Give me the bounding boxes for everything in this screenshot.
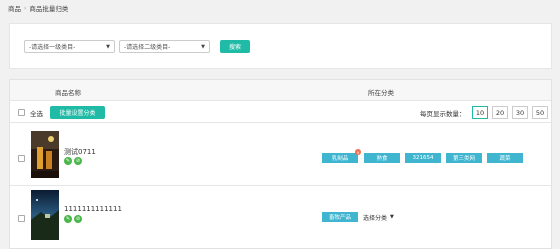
category-tag[interactable]: 321654 [405,153,441,163]
per-page-label: 每页显示数量： [420,110,466,118]
chevron-down-icon: ▼ [390,214,394,220]
page-size-30[interactable]: 30 [512,106,528,119]
select-all-label: 全选 [30,110,43,118]
page-size-20[interactable]: 20 [492,106,508,119]
category-select-value: 选择分类 [363,214,388,222]
product-list-panel: 商品名称 所在分类 全选 批量设置分类 每页显示数量： 10 20 30 50 … [9,79,552,249]
edit-icon[interactable]: ✎ [64,157,72,165]
product-thumbnail[interactable] [31,131,59,178]
column-header-name: 商品名称 [55,89,81,97]
level2-category-value: -请选择二级类目- [124,44,171,51]
row-checkbox[interactable] [18,215,25,222]
level2-category-select[interactable]: -请选择二级类目- ▼ [119,40,210,53]
table-row: 测试0711 ✎ ⊘ 乳制品 × 熟食 321654 第三类网 蔬菜 [10,124,551,186]
level1-category-value: -请选择一级类目- [29,44,76,51]
category-tag[interactable]: 蔬菜 [487,153,523,163]
category-tag[interactable]: 乳制品 [322,153,358,163]
breadcrumb-current: 商品批量归类 [29,5,69,13]
breadcrumb-home[interactable]: 商品 [8,3,21,13]
product-title[interactable]: 测试0711 [64,147,96,157]
breadcrumb-separator: › [24,4,27,12]
row-checkbox[interactable] [18,155,25,162]
list-toolbar: 全选 批量设置分类 每页显示数量： 10 20 30 50 [10,101,551,123]
remove-tag-icon[interactable]: × [355,149,361,155]
page-size-50[interactable]: 50 [532,106,548,119]
product-thumbnail[interactable] [31,190,59,240]
filter-panel: -请选择一级类目- ▼ -请选择二级类目- ▼ 搜索 [9,23,552,69]
edit-icon[interactable]: ✎ [64,215,72,223]
category-tag[interactable]: 熟食 [364,153,400,163]
link-icon[interactable]: ⊘ [74,157,82,165]
category-tag[interactable]: 第三类网 [446,153,482,163]
search-button[interactable]: 搜索 [220,40,250,53]
select-all-checkbox[interactable] [18,109,25,116]
page-size-10[interactable]: 10 [472,106,488,119]
category-tag[interactable]: 畜牧产品 [322,212,358,222]
table-row: 1111111111111 ✎ ⊘ 畜牧产品 选择分类 ▼ [10,186,551,249]
chevron-down-icon: ▼ [201,44,205,50]
link-icon[interactable]: ⊘ [74,215,82,223]
category-select[interactable]: 选择分类 ▼ [363,212,394,222]
batch-set-category-button[interactable]: 批量设置分类 [50,106,105,119]
chevron-down-icon: ▼ [106,44,110,50]
column-header-category: 所在分类 [368,89,394,97]
table-header: 商品名称 所在分类 [10,80,551,101]
breadcrumb: 商品 › 商品批量归类 [8,3,69,14]
product-title[interactable]: 1111111111111 [64,205,122,213]
level1-category-select[interactable]: -请选择一级类目- ▼ [24,40,115,53]
